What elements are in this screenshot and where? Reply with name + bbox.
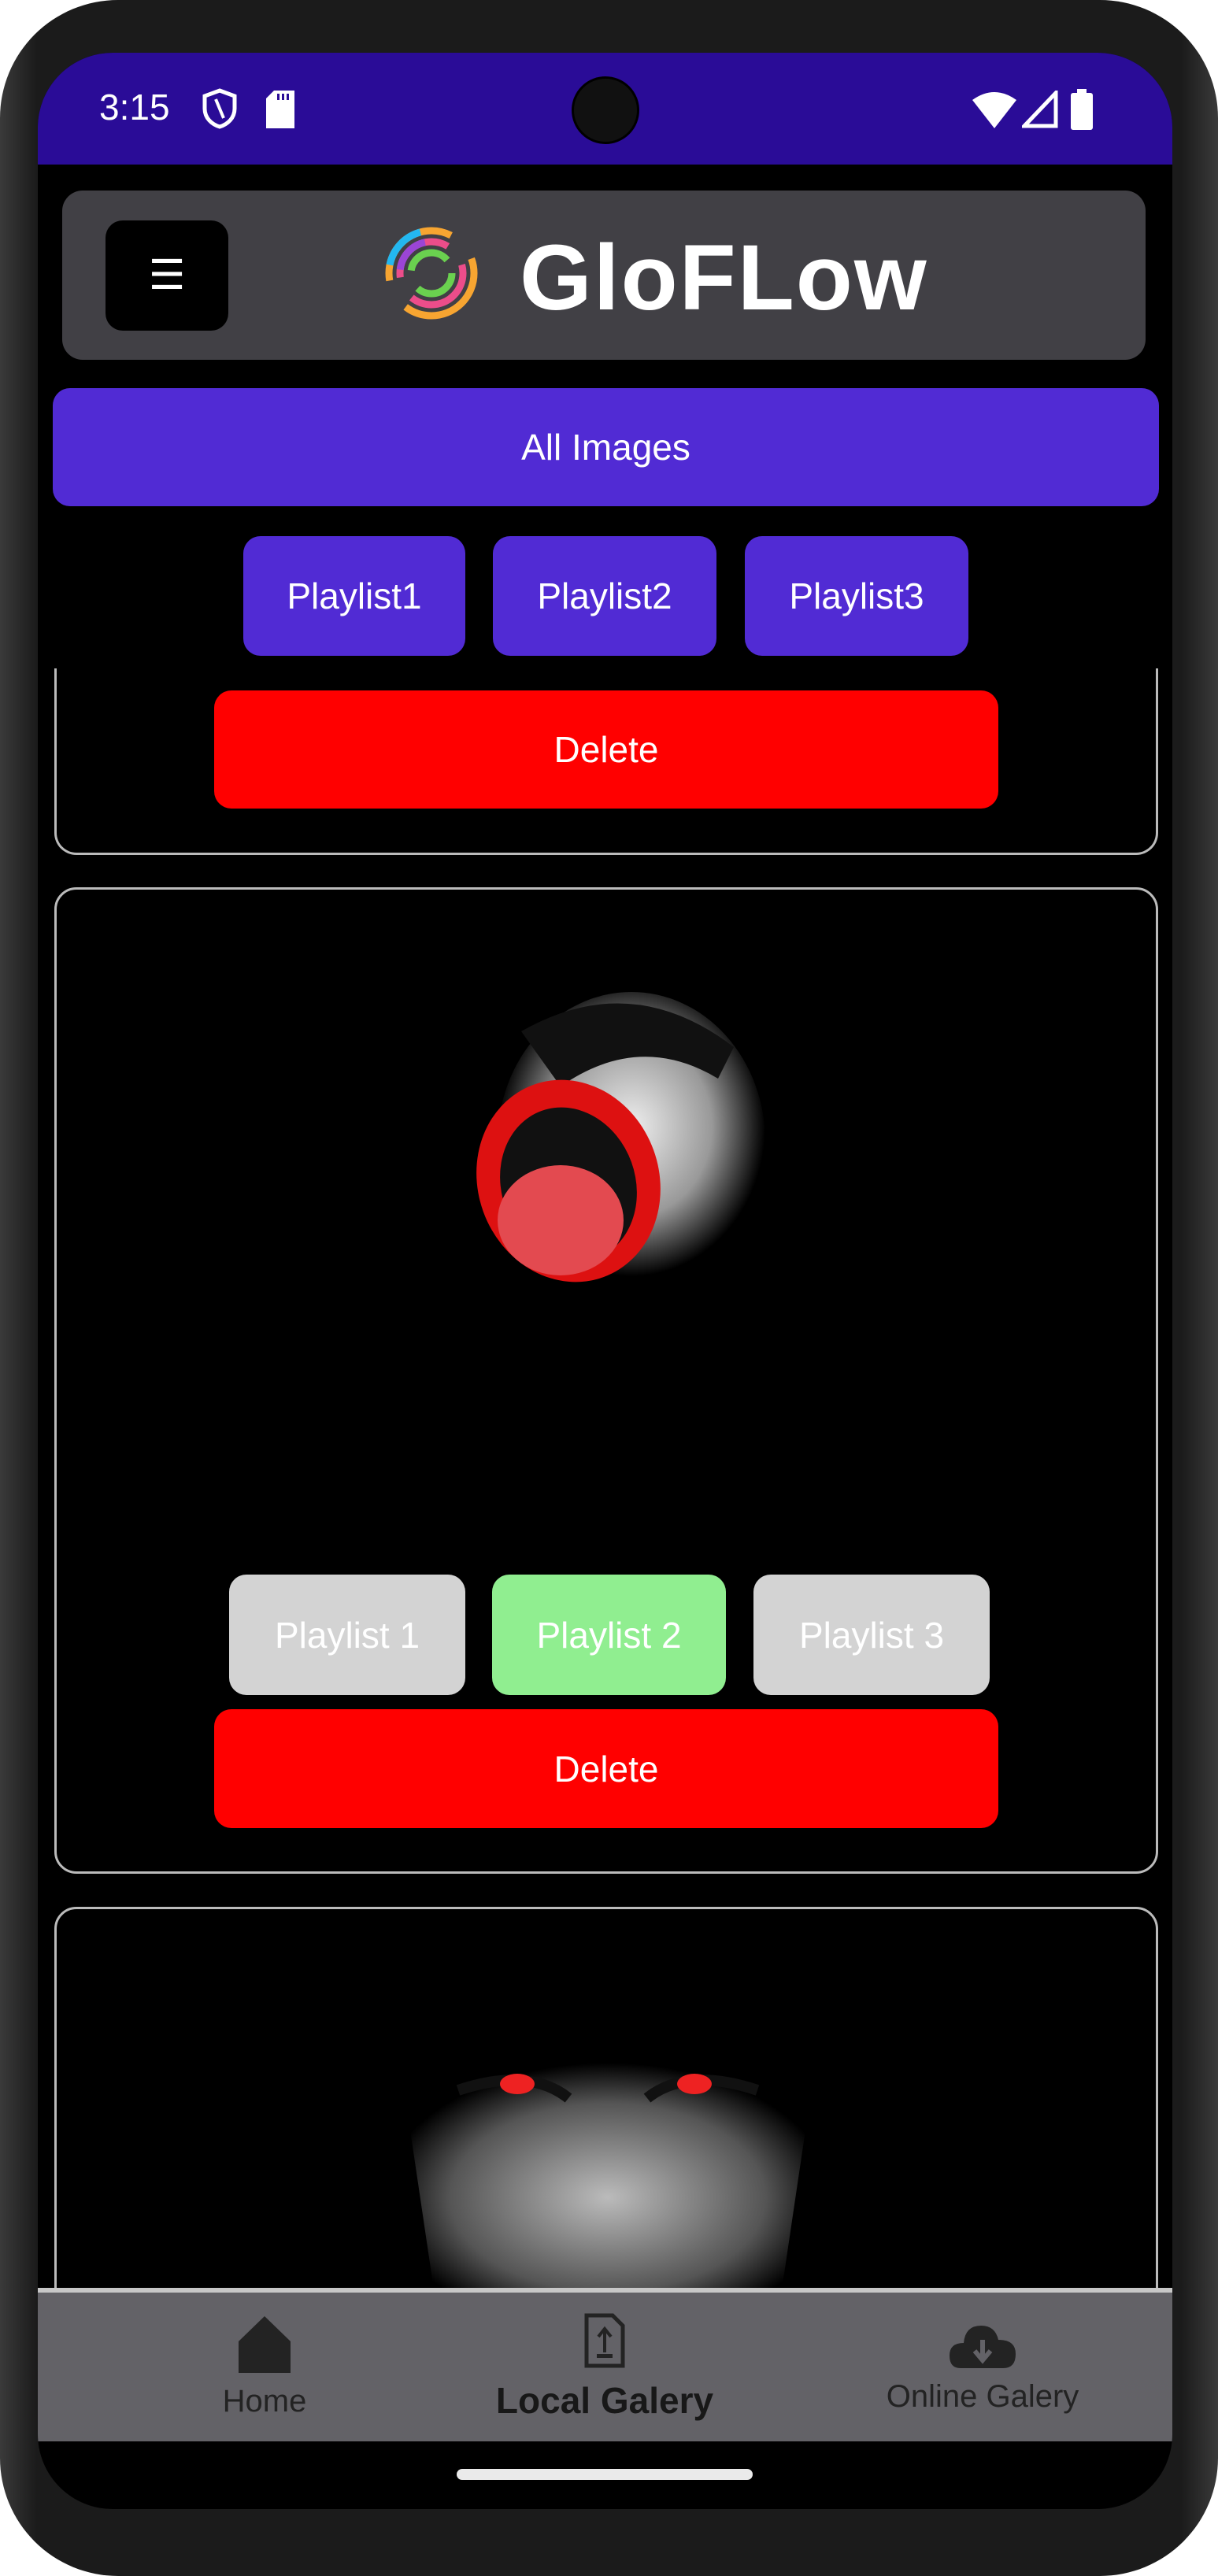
camera-cutout — [572, 76, 639, 144]
shield-icon — [202, 88, 237, 129]
nav-online-galery-label: Online Galery — [886, 2378, 1079, 2414]
wifi-icon — [972, 92, 1016, 128]
status-time: 3:15 — [99, 87, 170, 128]
battery-icon — [1071, 89, 1093, 130]
logo-swirl-icon — [385, 227, 478, 320]
image-card: Delete — [54, 659, 1158, 855]
nav-local-galery-label: Local Galery — [495, 2380, 714, 2421]
filter-playlist-1[interactable]: Playlist1 — [243, 536, 465, 656]
menu-button[interactable]: ☰ — [106, 220, 228, 331]
filter-playlist-3[interactable]: Playlist3 — [745, 536, 968, 656]
sd-card-icon — [266, 91, 294, 128]
brand-name: GloFLow — [520, 226, 928, 330]
nav-local-galery[interactable]: Local Galery — [447, 2293, 762, 2442]
nav-online-galery[interactable]: Online Galery — [825, 2293, 1140, 2442]
signal-icon — [1022, 91, 1058, 128]
delete-button[interactable]: Delete — [214, 1709, 998, 1828]
file-upload-icon — [584, 2313, 625, 2368]
home-icon — [239, 2315, 291, 2373]
phone-frame: 3:15 ☰ GloFLow All Images Delete Playlis… — [0, 0, 1218, 2576]
gallery-image[interactable] — [372, 2035, 844, 2295]
cloud-download-icon — [950, 2325, 1016, 2368]
bottom-nav: Home Local Galery Online Galery — [38, 2288, 1172, 2441]
home-gesture-bar[interactable] — [457, 2469, 753, 2480]
delete-button[interactable]: Delete — [214, 690, 998, 809]
all-images-button[interactable]: All Images — [53, 388, 1159, 506]
nav-home[interactable]: Home — [107, 2293, 422, 2442]
playlist-toggle-3[interactable]: Playlist 3 — [753, 1575, 990, 1695]
gallery-image[interactable] — [403, 984, 813, 1425]
playlist-toggle-1[interactable]: Playlist 1 — [229, 1575, 465, 1695]
status-bar: 3:15 — [38, 53, 1172, 165]
filter-playlist-2[interactable]: Playlist2 — [493, 536, 716, 656]
image-card: Playlist 1 Playlist 2 Playlist 3 Delete — [54, 887, 1158, 1874]
screen: 3:15 ☰ GloFLow All Images Delete Playlis… — [38, 53, 1172, 2509]
playlist-toggle-2[interactable]: Playlist 2 — [492, 1575, 726, 1695]
nav-home-label: Home — [222, 2383, 307, 2419]
